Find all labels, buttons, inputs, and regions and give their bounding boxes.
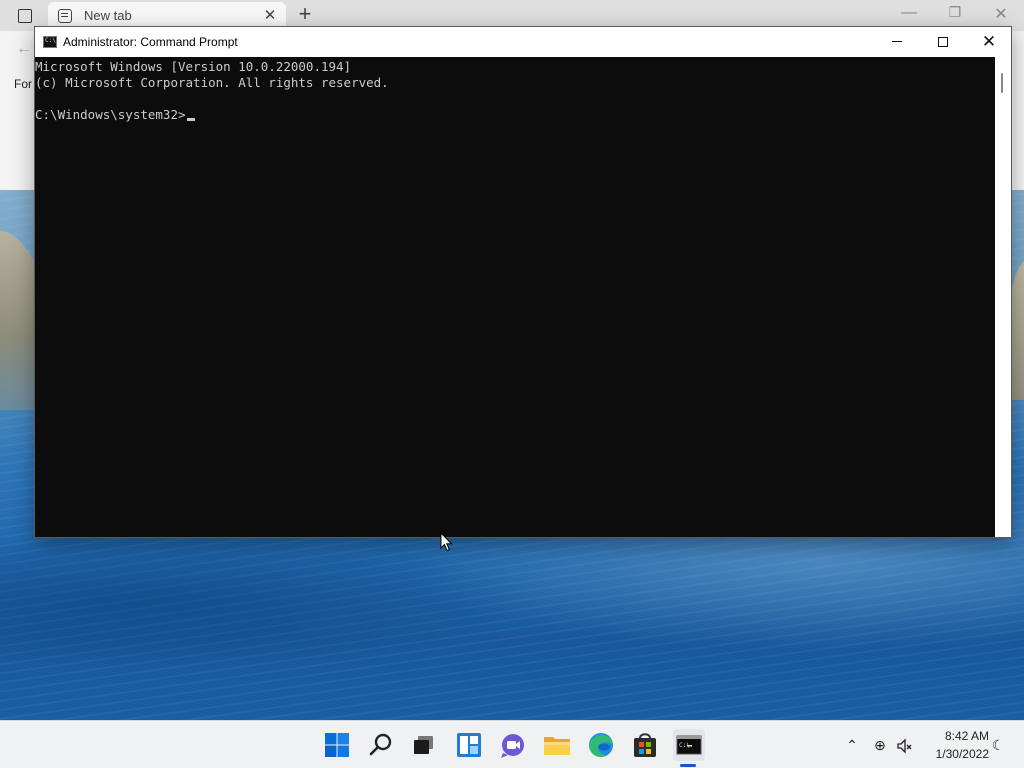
taskbar: C:\ ⌃ ⊕ 8:42 AM 1/30/2022 ☾ <box>0 720 1024 768</box>
back-arrow-icon[interactable]: ← <box>16 40 32 58</box>
maximize-button[interactable] <box>920 27 966 57</box>
browser-tab-title: New tab <box>84 8 132 23</box>
widgets-button[interactable] <box>453 729 485 761</box>
edge-browser-button[interactable] <box>585 729 617 761</box>
file-explorer-button[interactable] <box>541 729 573 761</box>
active-app-indicator <box>680 764 696 767</box>
chat-icon <box>501 734 524 758</box>
console-line: Microsoft Windows [Version 10.0.22000.19… <box>35 59 352 74</box>
start-button[interactable] <box>321 729 353 761</box>
show-hidden-icons-chevron-icon[interactable]: ⌃ <box>840 733 864 757</box>
task-view-icon <box>414 736 433 754</box>
file-explorer-icon <box>544 737 570 755</box>
close-button[interactable]: ✕ <box>966 27 1012 57</box>
close-tab-icon[interactable]: ✕ <box>260 6 280 26</box>
console-line: (c) Microsoft Corporation. All rights re… <box>35 75 389 90</box>
text-cursor <box>186 118 195 121</box>
browser-minimize-icon[interactable]: — <box>898 4 920 26</box>
new-tab-icon[interactable]: + <box>293 3 317 27</box>
new-tab-page-icon <box>58 9 72 23</box>
console-prompt: C:\Windows\system32> <box>35 107 186 122</box>
clock-time[interactable]: 8:42 AM <box>925 729 989 743</box>
minimize-button[interactable] <box>874 27 920 57</box>
store-icon <box>634 733 656 757</box>
mouse-pointer-icon <box>440 532 453 552</box>
command-prompt-titlebar[interactable]: Administrator: Command Prompt ✕ <box>35 27 1011 57</box>
console-output[interactable]: Microsoft Windows [Version 10.0.22000.19… <box>35 57 995 537</box>
vertical-scrollbar[interactable] <box>995 57 1011 537</box>
clock-date[interactable]: 1/30/2022 <box>915 747 989 761</box>
browser-restore-icon[interactable]: ❐ <box>944 4 966 26</box>
task-view-button[interactable] <box>409 729 441 761</box>
volume-muted-icon[interactable] <box>893 733 917 757</box>
widgets-icon <box>457 733 481 757</box>
command-prompt-icon: C:\ <box>676 735 702 755</box>
command-prompt-app-icon[interactable] <box>43 36 57 48</box>
scrollbar-thumb[interactable] <box>1001 73 1003 93</box>
minimize-icon <box>892 41 902 43</box>
browser-close-icon[interactable]: ✕ <box>990 4 1012 26</box>
command-prompt-taskbar-button[interactable]: C:\ <box>673 729 705 761</box>
close-icon: ✕ <box>981 32 997 51</box>
network-globe-icon[interactable]: ⊕ <box>868 733 892 757</box>
command-prompt-window: Administrator: Command Prompt ✕ Microsof… <box>34 26 1012 538</box>
search-icon <box>369 733 392 756</box>
tab-actions-icon[interactable] <box>12 0 36 31</box>
chat-button[interactable] <box>497 729 529 761</box>
focus-assist-moon-icon[interactable]: ☾ <box>986 733 1010 757</box>
microsoft-store-button[interactable] <box>629 729 661 761</box>
windows-start-icon <box>325 733 349 757</box>
search-button[interactable] <box>365 729 397 761</box>
edge-icon <box>589 733 613 757</box>
favorites-bar-label[interactable]: For <box>14 77 32 91</box>
window-title: Administrator: Command Prompt <box>63 35 238 49</box>
maximize-icon <box>938 36 948 47</box>
console-prompt-line[interactable]: C:\Windows\system32> <box>35 107 995 123</box>
